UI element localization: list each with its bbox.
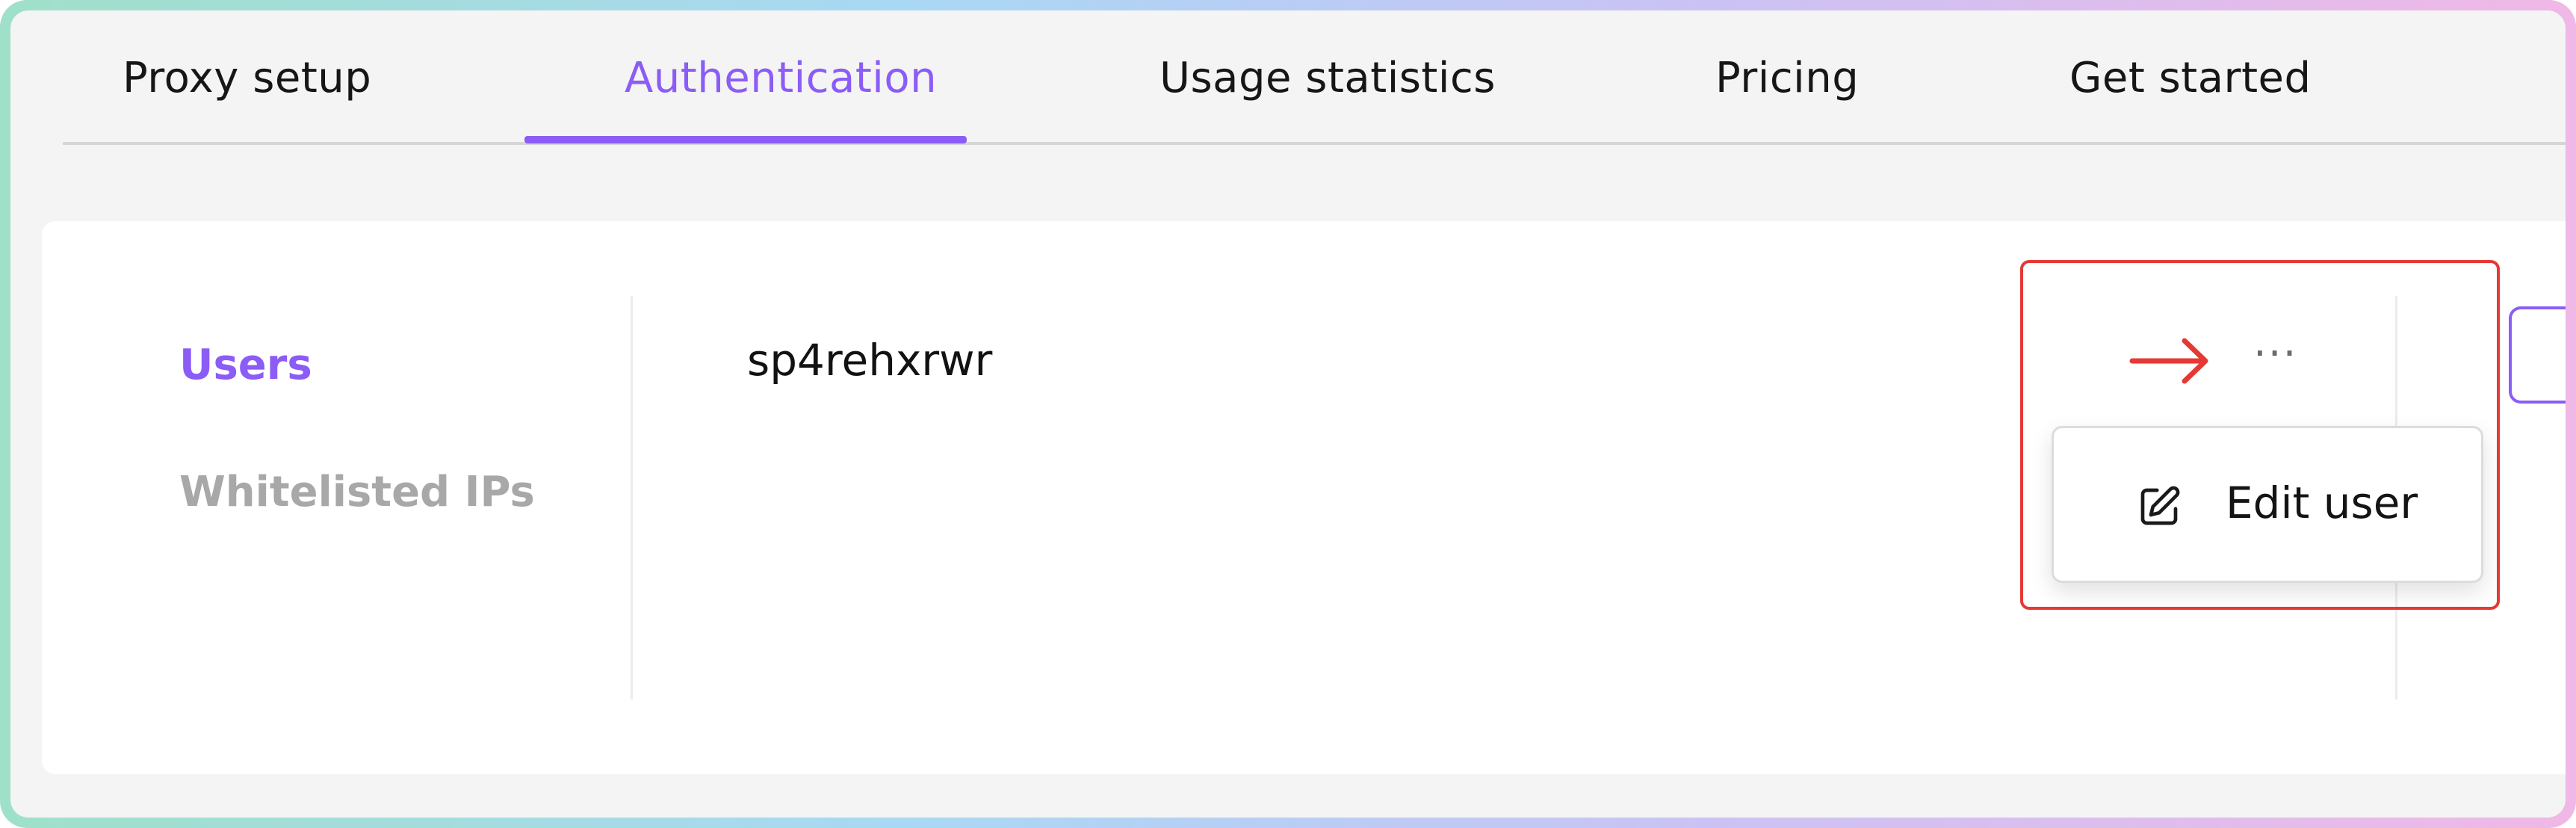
- tab-usage-statistics[interactable]: Usage statistics: [1159, 54, 1496, 102]
- annotation-arrow-icon: [2129, 338, 2208, 384]
- tab-get-started[interactable]: Get started: [2069, 54, 2312, 102]
- active-tab-indicator: [524, 136, 967, 143]
- tab-divider: [63, 142, 2566, 145]
- tab-authentication[interactable]: Authentication: [625, 54, 937, 102]
- partial-action-button[interactable]: [2509, 306, 2566, 404]
- user-actions-menu: Edit user: [2052, 426, 2483, 583]
- user-row-username: sp4rehxrwr: [747, 335, 993, 386]
- app-frame: Proxy setup Authentication Usage statist…: [0, 0, 2576, 828]
- app-window: Proxy setup Authentication Usage statist…: [10, 10, 2566, 818]
- menu-item-edit-user[interactable]: Edit user: [2226, 478, 2418, 528]
- tab-bar: Proxy setup Authentication Usage statist…: [63, 10, 2566, 142]
- tab-proxy-setup[interactable]: Proxy setup: [123, 54, 371, 102]
- sidebar-item-whitelisted-ips[interactable]: Whitelisted IPs: [179, 468, 535, 516]
- sidebar-item-users[interactable]: Users: [179, 341, 312, 389]
- edit-icon: [2140, 486, 2180, 525]
- tab-pricing[interactable]: Pricing: [1715, 54, 1859, 102]
- sidebar-divider: [631, 296, 633, 699]
- more-actions-button[interactable]: ···: [2253, 333, 2297, 375]
- content-card: Users Whitelisted IPs sp4rehxrwr ··· Edi…: [42, 221, 2566, 774]
